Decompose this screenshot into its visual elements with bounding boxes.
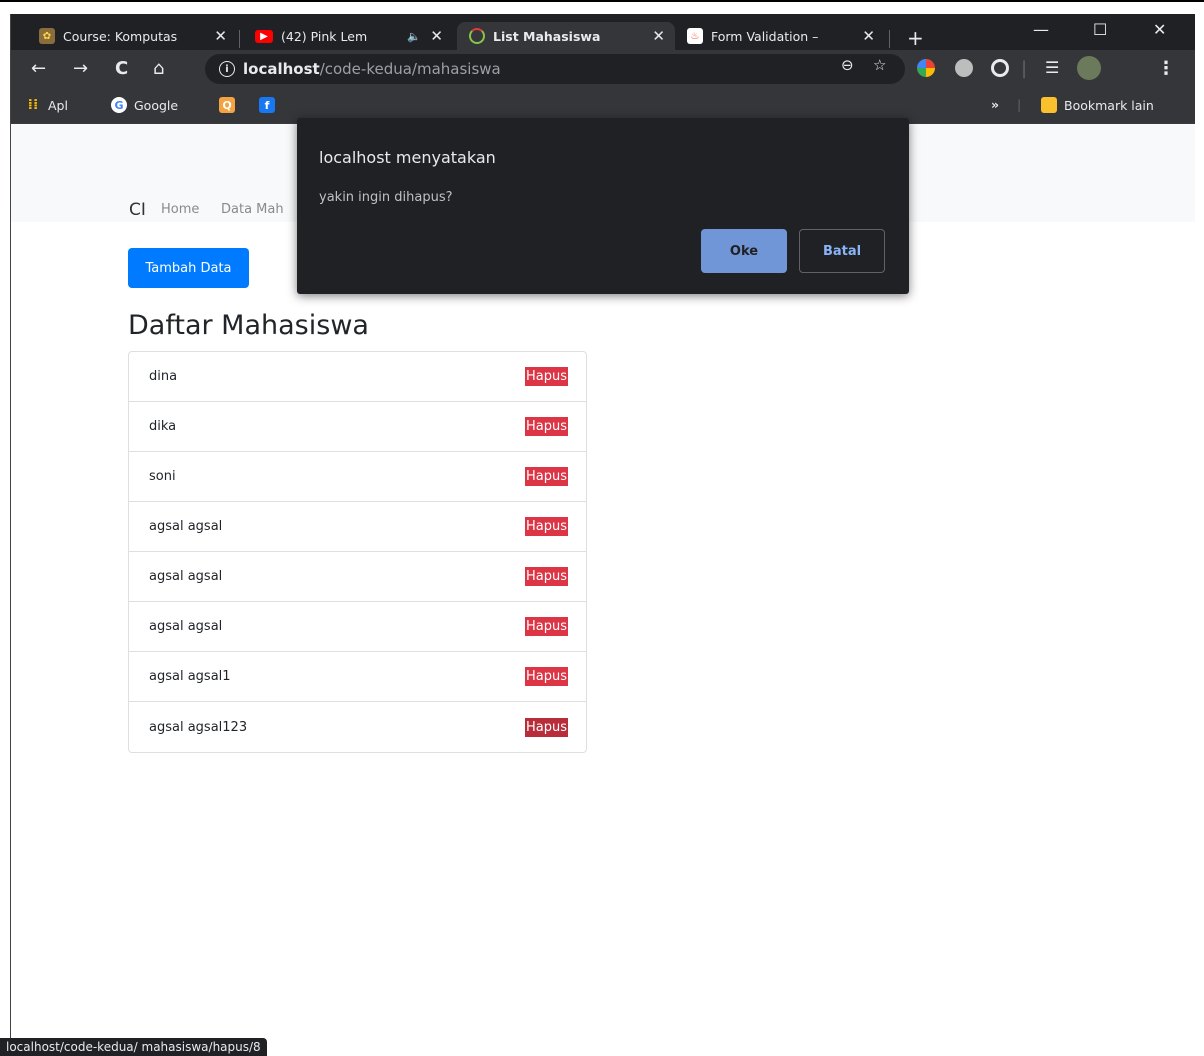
list-item: agsal agsal123 Hapus [129,702,586,752]
tab-form-validation[interactable]: ♨ Form Validation – ✕ [675,22,885,50]
info-icon[interactable]: i [219,61,235,77]
ok-button[interactable]: Oke [701,229,787,273]
nav-link-home[interactable]: Home [161,202,199,217]
list-item: agsal agsal Hapus [129,502,586,552]
confirm-dialog: localhost menyatakan yakin ingin dihapus… [297,118,909,294]
tab-separator [889,30,890,48]
new-tab-button[interactable]: + [907,26,924,50]
maximize-button[interactable]: ☐ [1093,20,1107,39]
bookmark-label: Google [134,97,179,113]
page-title: Daftar Mahasiswa [128,310,369,341]
menu-icon[interactable]: ⋮ [1157,58,1175,79]
navbar-brand[interactable]: CI [129,200,146,220]
tab-title: List Mahasiswa [493,28,601,44]
student-name: soni [149,469,176,484]
list-item: dina Hapus [129,352,586,402]
back-icon[interactable]: ← [31,58,46,79]
zoom-icon[interactable]: ⊖ [841,56,854,74]
globe-icon[interactable] [955,59,973,77]
browser-toolbar: ← → C ⌂ i localhost/code-kedua/mahasiswa… [11,50,1195,88]
search-app-icon: Q [219,97,235,113]
bookmark-facebook[interactable]: f [259,97,282,113]
youtube-icon: ▶ [255,29,273,43]
loading-icon [469,28,485,44]
student-name: dina [149,369,178,384]
tab-title: Form Validation – [711,28,819,44]
apps-grid-icon: ⁞⁞ [27,97,39,113]
toolbar-separator: | [1021,58,1028,79]
edge-icon[interactable] [991,59,1009,77]
extension-color-icon[interactable] [917,59,935,77]
close-window-button[interactable]: ✕ [1153,20,1166,39]
close-icon[interactable]: ✕ [214,27,227,45]
bookmark-label: Apl [48,97,68,113]
close-icon[interactable]: ✕ [862,27,875,45]
minimize-button[interactable]: — [1033,20,1049,39]
bookmarks-overflow-icon[interactable]: » [991,97,999,112]
tab-list-mahasiswa[interactable]: List Mahasiswa ✕ [457,22,675,50]
address-host: localhost [243,60,320,78]
bookmark-apps[interactable]: ⁞⁞ Apl [25,97,68,113]
student-list: dina Hapus dika Hapus soni Hapus agsal agsa… [128,351,587,753]
browser-window: ✿ Course: Komputas ✕ ▶ (42) Pink Lem 🔈 ✕… [10,14,1195,1056]
hapus-button[interactable]: Hapus [524,617,568,636]
star-icon[interactable]: ☆ [873,56,886,74]
hapus-button[interactable]: Hapus [524,717,568,737]
moodle-icon: ✿ [39,28,55,44]
student-name: agsal agsal [149,569,223,584]
student-name: agsal agsal [149,519,223,534]
dialog-message: yakin ingin dihapus? [319,190,453,205]
bookmark-google[interactable]: G Google [111,97,178,113]
tab-strip: ✿ Course: Komputas ✕ ▶ (42) Pink Lem 🔈 ✕… [11,14,1195,50]
speaker-icon[interactable]: 🔈 [407,30,421,43]
list-item: agsal agsal Hapus [129,552,586,602]
home-icon[interactable]: ⌂ [153,58,164,79]
bookmark-other[interactable]: Bookmark lain [1041,97,1154,113]
hapus-button[interactable]: Hapus [524,417,568,436]
close-icon[interactable]: ✕ [430,27,443,45]
codeigniter-icon: ♨ [687,28,703,44]
student-name: agsal agsal123 [149,719,248,735]
hapus-button[interactable]: Hapus [524,667,568,686]
student-name: agsal agsal1 [149,669,231,684]
address-bar[interactable]: i localhost/code-kedua/mahasiswa [205,54,905,84]
media-control-icon[interactable]: ☰ [1045,58,1059,77]
address-path: /code-kedua/mahasiswa [319,60,501,78]
tab-separator [239,30,240,48]
list-item: dika Hapus [129,402,586,452]
avatar[interactable] [1077,56,1101,80]
list-item: agsal agsal1 Hapus [129,652,586,702]
hapus-button[interactable]: Hapus [524,517,568,536]
tab-title: (42) Pink Lem [281,28,368,44]
facebook-icon: f [259,97,275,113]
hapus-button[interactable]: Hapus [524,567,568,586]
status-url-bar: localhost/code-kedua/ mahasiswa/hapus/8 [0,1038,267,1056]
list-item: agsal agsal Hapus [129,602,586,652]
hapus-button[interactable]: Hapus [524,367,568,386]
tab-title: Course: Komputas [63,28,178,44]
tab-course[interactable]: ✿ Course: Komputas ✕ [27,22,237,50]
nav-link-data-mahasiswa[interactable]: Data Mah [221,202,284,217]
tab-youtube[interactable]: ▶ (42) Pink Lem 🔈 ✕ [243,22,453,50]
student-name: agsal agsal [149,619,223,634]
dialog-title: localhost menyatakan [319,148,496,167]
reload-icon[interactable]: C [115,58,128,79]
cancel-button[interactable]: Batal [799,229,885,273]
student-name: dika [149,419,177,434]
google-icon: G [111,97,127,113]
folder-icon [1041,97,1057,113]
hapus-button[interactable]: Hapus [524,467,568,486]
tambah-data-button[interactable]: Tambah Data [128,248,249,288]
close-icon[interactable]: ✕ [652,27,665,45]
bookmark-separator: | [1017,97,1022,112]
bookmark-label: Bookmark lain [1064,97,1154,113]
list-item: soni Hapus [129,452,586,502]
forward-icon[interactable]: → [73,58,88,79]
bookmark-search[interactable]: Q [219,97,242,113]
